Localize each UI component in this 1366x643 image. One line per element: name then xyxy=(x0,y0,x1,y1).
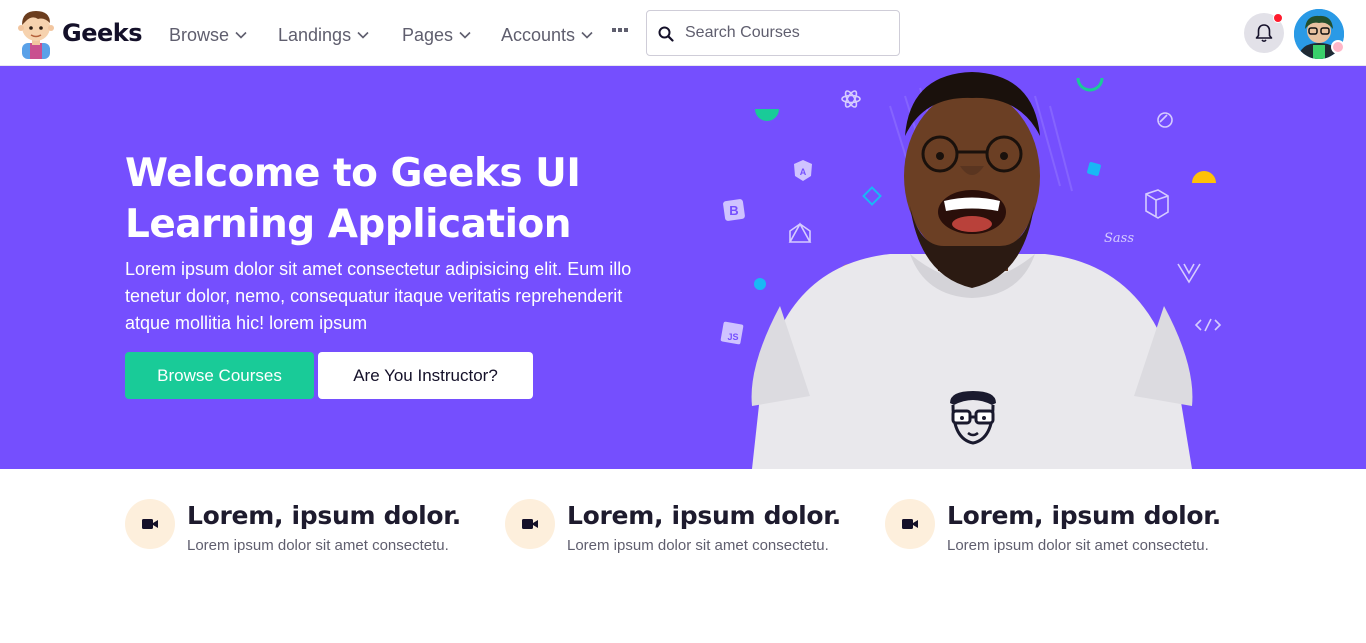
gatsby-icon xyxy=(1157,112,1173,128)
brand-name: Geeks xyxy=(62,19,143,47)
nav-accounts[interactable]: Accounts xyxy=(501,20,593,50)
svg-text:JS: JS xyxy=(727,332,738,342)
search-icon xyxy=(658,26,674,42)
bell-icon xyxy=(1255,24,1273,43)
avatar-status-badge xyxy=(1331,40,1345,54)
hero-description: Lorem ipsum dolor sit amet consectetur a… xyxy=(125,259,632,333)
blue-dot-shape xyxy=(754,278,766,290)
feature-icon-badge xyxy=(505,499,555,549)
blue-diamond-shape xyxy=(862,186,882,206)
feature-text: Lorem ipsum dolor sit amet consectetu. xyxy=(567,537,829,554)
angular-icon: A xyxy=(794,160,812,181)
video-icon xyxy=(902,519,918,529)
feature-icon-badge xyxy=(885,499,935,549)
smiling-man-image xyxy=(751,72,1193,469)
nav-browse-label: Browse xyxy=(169,24,230,45)
feature-title: Lorem, ipsum dolor. xyxy=(947,501,1221,530)
top-navbar: Geeks Browse Landings Pages Accounts xyxy=(0,0,1366,66)
search-input[interactable] xyxy=(685,17,885,49)
green-half-circle-outline-shape xyxy=(1076,77,1104,92)
react-icon xyxy=(841,90,861,108)
notification-button[interactable] xyxy=(1244,13,1284,53)
chevron-down-icon xyxy=(581,31,593,39)
nav-landings[interactable]: Landings xyxy=(278,20,369,50)
brand[interactable]: Geeks xyxy=(16,6,143,60)
bootstrap-icon: B xyxy=(723,199,745,221)
nav-landings-label: Landings xyxy=(278,24,352,45)
video-icon xyxy=(522,519,538,529)
chevron-down-icon xyxy=(235,31,247,39)
feature-title: Lorem, ipsum dolor. xyxy=(187,501,461,530)
vue-icon xyxy=(1177,263,1201,284)
nav-pages-label: Pages xyxy=(402,24,454,45)
feature-item: Lorem, ipsum dolor. Lorem ipsum dolor si… xyxy=(125,499,485,559)
graphql-icon xyxy=(788,222,812,243)
code-icon xyxy=(1194,318,1222,332)
sass-icon: Sass xyxy=(1104,231,1134,246)
green-half-circle-shape xyxy=(755,109,779,121)
laravel-icon xyxy=(1145,189,1169,219)
javascript-icon: JS xyxy=(720,321,744,345)
feature-text: Lorem ipsum dolor sit amet consectetu. xyxy=(947,537,1209,554)
chevron-down-icon xyxy=(357,31,369,39)
yellow-half-circle-shape xyxy=(1192,171,1216,183)
chevron-down-icon xyxy=(459,31,471,39)
geek-mascot-icon xyxy=(18,11,54,59)
blue-square-shape xyxy=(1087,162,1101,176)
video-icon xyxy=(142,519,158,529)
feature-text: Lorem ipsum dolor sit amet consectetu. xyxy=(187,537,449,554)
hero-section: Welcome to Geeks UI Learning Application… xyxy=(0,66,1366,469)
feature-icon-badge xyxy=(125,499,175,549)
feature-title: Lorem, ipsum dolor. xyxy=(567,501,841,530)
hero-title: Welcome to Geeks UI Learning Application xyxy=(125,151,581,247)
notification-badge xyxy=(1273,13,1283,23)
nav-accounts-label: Accounts xyxy=(501,24,576,45)
more-dots-icon[interactable] xyxy=(612,26,630,34)
browse-courses-button[interactable]: Browse Courses xyxy=(125,352,314,399)
nav-browse[interactable]: Browse xyxy=(169,20,247,50)
feature-item: Lorem, ipsum dolor. Lorem ipsum dolor si… xyxy=(505,499,865,559)
hero-illustration: A B JS Sass xyxy=(720,72,1222,469)
search-box xyxy=(646,10,900,56)
feature-item: Lorem, ipsum dolor. Lorem ipsum dolor si… xyxy=(885,499,1245,559)
svg-text:B: B xyxy=(729,203,738,218)
nav-pages[interactable]: Pages xyxy=(402,20,471,50)
svg-text:A: A xyxy=(800,167,807,177)
instructor-button[interactable]: Are You Instructor? xyxy=(318,352,533,399)
